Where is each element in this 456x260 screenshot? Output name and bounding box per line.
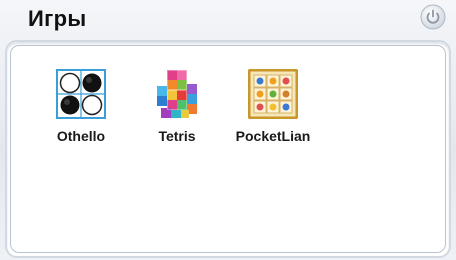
game-label-tetris: Tetris	[158, 128, 196, 144]
window-title: Игры	[28, 6, 87, 31]
game-tile-tetris[interactable]: Tetris	[129, 68, 225, 144]
game-label-pocketlian: PocketLian	[235, 128, 311, 144]
game-tile-othello[interactable]: Othello	[33, 68, 129, 144]
pocketlian-icon	[247, 68, 299, 120]
game-tile-pocketlian[interactable]: PocketLian	[225, 68, 321, 144]
power-button[interactable]	[418, 4, 448, 34]
game-label-othello: Othello	[56, 128, 106, 144]
games-window: Игры Othello Tetris PocketLian	[0, 0, 456, 260]
games-panel: Othello Tetris PocketLian	[5, 40, 451, 258]
tetris-icon	[151, 68, 203, 120]
title-bar: Игры	[0, 0, 456, 44]
power-icon	[420, 4, 446, 35]
games-grid: Othello Tetris PocketLian	[33, 68, 321, 144]
othello-icon	[55, 68, 107, 120]
